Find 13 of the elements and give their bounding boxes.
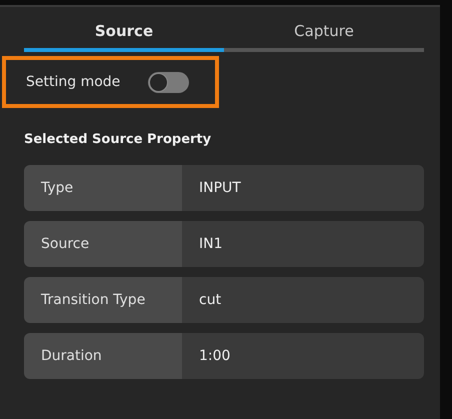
property-label: Duration <box>24 333 182 379</box>
section-title: Selected Source Property <box>24 132 212 147</box>
property-value: IN1 <box>182 221 424 267</box>
setting-mode-label: Setting mode <box>26 74 120 90</box>
property-label: Source <box>24 221 182 267</box>
property-value: 1:00 <box>182 333 424 379</box>
property-value: cut <box>182 277 424 323</box>
property-value: INPUT <box>182 165 424 211</box>
property-label: Transition Type <box>24 277 182 323</box>
property-label: Type <box>24 165 182 211</box>
toggle-switch[interactable] <box>148 72 190 92</box>
tab[interactable]: Source <box>24 16 224 52</box>
tab[interactable]: Capture <box>224 16 424 52</box>
